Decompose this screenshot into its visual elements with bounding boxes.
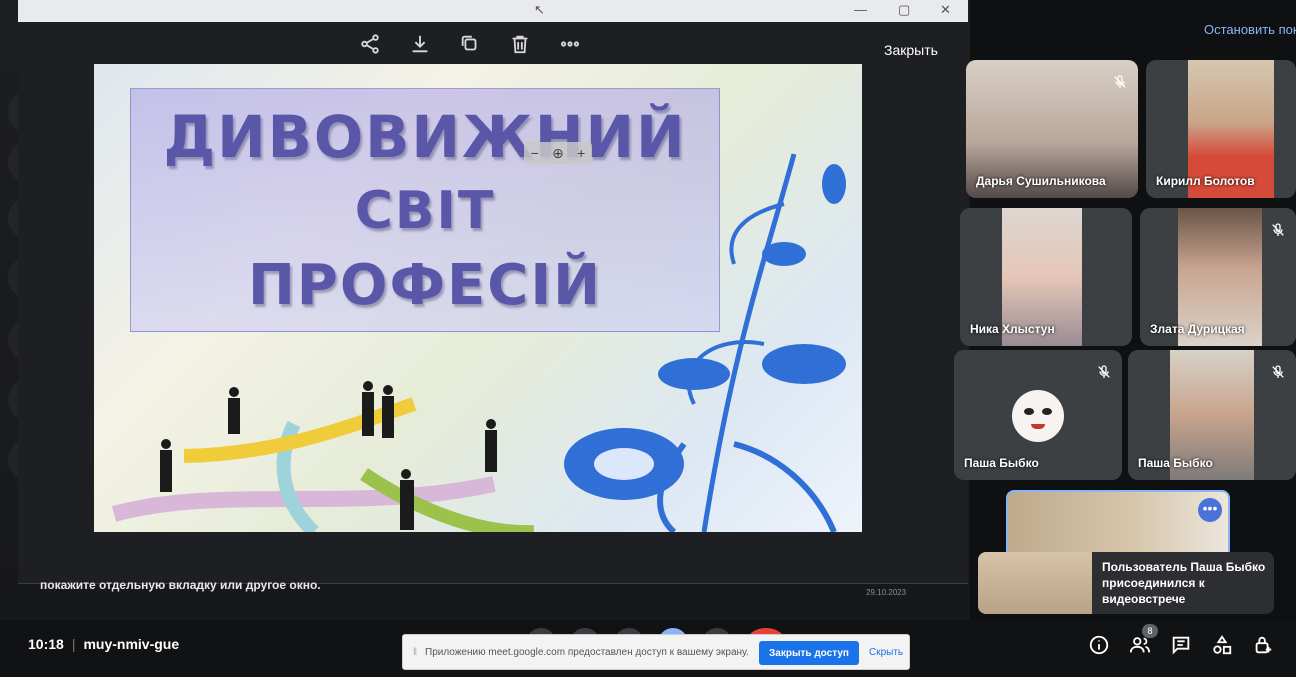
- mic-off-icon: [1096, 364, 1112, 380]
- info-icon[interactable]: [1088, 634, 1110, 656]
- career-arrows-illustration: [111, 381, 534, 532]
- people-icon[interactable]: 8: [1129, 624, 1158, 656]
- more-options-icon[interactable]: •••: [1198, 498, 1222, 522]
- minimize-icon[interactable]: —: [854, 2, 867, 17]
- maximize-icon[interactable]: ▢: [898, 2, 910, 18]
- right-controls: 8: [1088, 624, 1274, 656]
- viewer-titlebar: ↖ — ▢ ✕: [18, 0, 968, 22]
- share-hint-text: покажите отдельную вкладку или другое ок…: [40, 578, 321, 592]
- share-hint-date: 29.10.2023: [866, 588, 907, 597]
- viewer-toolbar: [358, 28, 582, 60]
- share-bar-text: Приложению meet.google.com предоставлен …: [425, 647, 749, 658]
- photo-viewer: ↖ — ▢ ✕ Закрыть ДИВОВИЖНИЙ СВІТ ПРОФЕСІЙ…: [18, 0, 968, 584]
- notification-text: Пользователь Паша Быбко присоединился к …: [1102, 560, 1266, 606]
- delete-icon[interactable]: [508, 32, 532, 56]
- participant-name: Злата Дурицкая: [1150, 322, 1245, 336]
- ornament-illustration: [564, 153, 846, 532]
- meeting-code: muy-nmiv-gue: [83, 636, 180, 652]
- participant-name: Паша Быбко: [1138, 456, 1213, 470]
- avatar: [1012, 390, 1064, 442]
- participant-tile[interactable]: Паша Быбко: [954, 350, 1122, 480]
- share-icon[interactable]: [358, 32, 382, 56]
- participant-tile[interactable]: Кирилл Болотов: [1146, 60, 1296, 198]
- mic-off-icon: [1270, 364, 1286, 380]
- participant-tile[interactable]: Ника Хлыстун: [960, 208, 1132, 346]
- stop-access-button[interactable]: Закрыть доступ: [759, 641, 859, 665]
- participant-tile[interactable]: Злата Дурицкая: [1140, 208, 1296, 346]
- cursor-icon: ↖: [534, 2, 545, 17]
- activities-icon[interactable]: [1211, 634, 1233, 656]
- participant-name: Дарья Сушильникова: [976, 174, 1106, 188]
- rotate-icon[interactable]: [458, 32, 482, 56]
- participant-name: Паша Быбко: [964, 456, 1039, 470]
- people-count-badge: 8: [1142, 624, 1158, 638]
- mic-off-icon: [1112, 74, 1128, 90]
- mic-off-icon: [1270, 222, 1286, 238]
- screen-share-bar: ‖ Приложению meet.google.com предоставле…: [402, 634, 910, 670]
- drag-handle-icon[interactable]: ‖: [413, 647, 417, 658]
- download-icon[interactable]: [408, 32, 432, 56]
- chat-icon[interactable]: [1170, 634, 1192, 656]
- stop-sharing-button[interactable]: Остановить пок: [1204, 22, 1296, 37]
- participant-tile[interactable]: Паша Быбко: [1128, 350, 1296, 480]
- meeting-time: 10:18: [28, 636, 64, 652]
- participant-name: Кирилл Болотов: [1156, 174, 1255, 188]
- join-notification: Пользователь Паша Быбко присоединился к …: [978, 552, 1274, 614]
- viewer-close-button[interactable]: Закрыть: [884, 42, 938, 58]
- host-controls-icon[interactable]: [1252, 634, 1274, 656]
- participant-tile[interactable]: Дарья Сушильникова: [966, 60, 1138, 198]
- slide-image: ДИВОВИЖНИЙ СВІТ ПРОФЕСІЙ − ⊕ +: [94, 64, 862, 532]
- notification-thumbnail: [978, 552, 1092, 614]
- hide-button[interactable]: Скрыть: [869, 647, 903, 658]
- meeting-info: 10:18 | muy-nmiv-gue: [28, 636, 180, 652]
- window-close-icon[interactable]: ✕: [940, 2, 951, 18]
- participant-name: Ника Хлыстун: [970, 322, 1055, 336]
- more-icon[interactable]: [558, 32, 582, 56]
